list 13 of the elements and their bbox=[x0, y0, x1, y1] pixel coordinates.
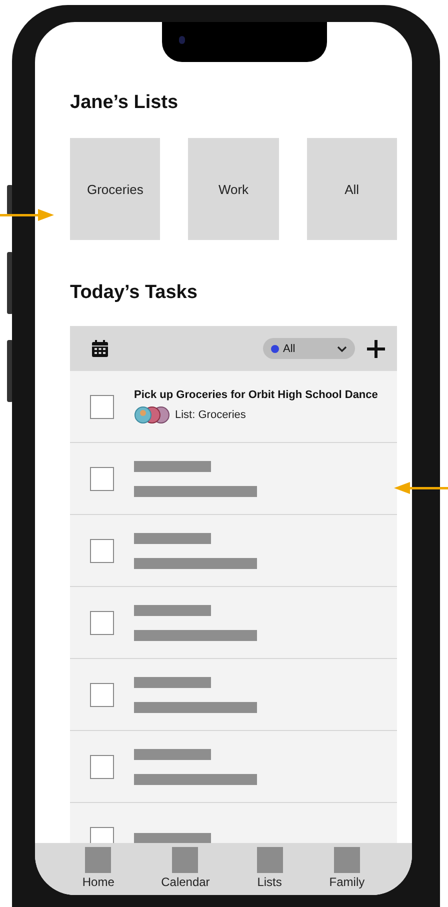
tab-item[interactable]: Calendar bbox=[155, 843, 216, 895]
filter-dropdown[interactable]: All bbox=[263, 338, 355, 359]
tab-item[interactable]: Lists bbox=[250, 843, 289, 895]
tab-item[interactable]: Family bbox=[323, 843, 371, 895]
list-tile[interactable]: All bbox=[306, 138, 397, 240]
task-title: Pick up Groceries for Orbit High School Dance bbox=[134, 389, 378, 401]
task-list-label: List: Groceries bbox=[175, 409, 246, 421]
list-tile[interactable]: Work bbox=[188, 138, 279, 240]
section-title: Jane’s Lists bbox=[70, 92, 178, 114]
tab-item[interactable]: Home bbox=[76, 843, 120, 895]
task-row[interactable]: Pick up Groceries for Orbit High School Dance List: Groceries bbox=[70, 371, 397, 443]
list-tile[interactable]: Groceries bbox=[70, 138, 160, 240]
section-title: Today’s Tasks bbox=[70, 282, 198, 304]
